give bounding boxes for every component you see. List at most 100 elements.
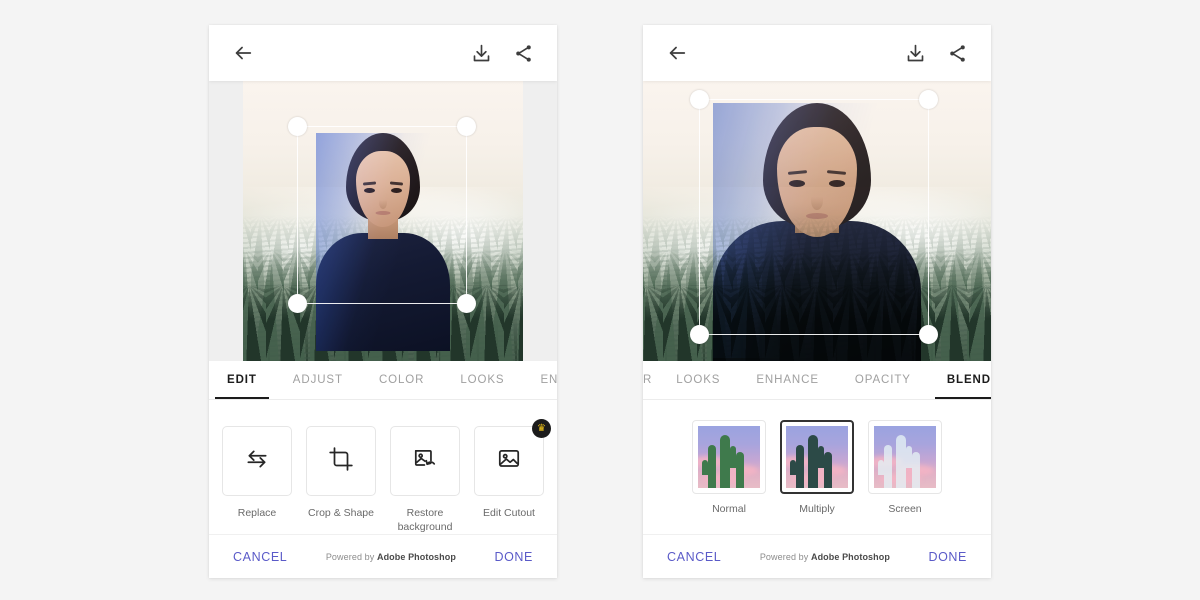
cactus-shape bbox=[720, 434, 736, 488]
blend-option-label: Multiply bbox=[799, 503, 835, 515]
blend-option-screen[interactable]: Screen bbox=[868, 420, 942, 534]
cactus-arm bbox=[905, 446, 912, 468]
tab-looks[interactable]: LOOKS bbox=[442, 361, 522, 399]
tab-bar-right[interactable]: R LOOKS ENHANCE OPACITY BLEND bbox=[643, 361, 991, 400]
cactus-shape bbox=[896, 434, 912, 488]
image-canvas-left[interactable] bbox=[209, 81, 557, 361]
frame-handle-bottom-right[interactable] bbox=[457, 294, 476, 313]
powered-by-label: Powered by Adobe Photoshop bbox=[326, 552, 456, 562]
cactus-shape bbox=[912, 452, 921, 488]
tab-label: R bbox=[643, 374, 653, 386]
cactus-shape bbox=[736, 452, 745, 488]
tab-label: LOOKS bbox=[676, 374, 721, 386]
powered-brand: Adobe Photoshop bbox=[376, 551, 456, 562]
frame-handle-bottom-left[interactable] bbox=[690, 325, 709, 344]
tool-restore-background-label: Restore background bbox=[397, 507, 453, 534]
tab-edit[interactable]: EDIT bbox=[209, 361, 275, 399]
cactus-shape bbox=[702, 444, 716, 488]
crown-icon: ♛ bbox=[532, 419, 551, 438]
frame-handle-top-right[interactable] bbox=[919, 90, 938, 109]
tool-replace-label: Replace bbox=[237, 507, 277, 519]
download-icon[interactable] bbox=[901, 39, 929, 67]
image-cutout-icon bbox=[496, 446, 522, 477]
blend-mode-list: Normal Multiply Screen bbox=[643, 400, 991, 534]
transform-frame[interactable] bbox=[288, 117, 476, 313]
cactus-arm bbox=[729, 446, 736, 468]
blend-thumbnail-button[interactable] bbox=[692, 420, 766, 494]
tool-grid: Replace Crop & Shape Restore background … bbox=[209, 400, 557, 535]
tool-restore-background[interactable]: Restore background bbox=[390, 426, 460, 534]
restore-image-icon bbox=[412, 446, 438, 477]
frame-handle-bottom-left[interactable] bbox=[288, 294, 307, 313]
blend-option-normal[interactable]: Normal bbox=[692, 420, 766, 534]
powered-by-label: Powered by Adobe Photoshop bbox=[760, 552, 890, 562]
editor-panel-right: R LOOKS ENHANCE OPACITY BLEND Normal Mul… bbox=[643, 25, 991, 578]
tab-opacity[interactable]: OPACITY bbox=[837, 361, 929, 399]
tab-label: ENHANCE bbox=[540, 374, 557, 386]
tab-enhance[interactable]: ENHANCE bbox=[522, 361, 557, 399]
tab-label: ENHANCE bbox=[756, 374, 819, 386]
blend-thumbnail-button[interactable] bbox=[868, 420, 942, 494]
tool-replace[interactable]: Replace bbox=[222, 426, 292, 534]
powered-brand: Adobe Photoshop bbox=[810, 551, 890, 562]
tool-replace-button[interactable] bbox=[222, 426, 292, 496]
powered-prefix: Powered by bbox=[325, 551, 377, 562]
tab-blend[interactable]: BLEND bbox=[929, 361, 991, 399]
tool-edit-cutout-button[interactable]: ♛ bbox=[474, 419, 551, 496]
frame-handle-top-right[interactable] bbox=[457, 117, 476, 136]
tool-crop-shape[interactable]: Crop & Shape bbox=[306, 426, 376, 534]
tab-enhance[interactable]: ENHANCE bbox=[738, 361, 837, 399]
tab-color-truncated[interactable]: R bbox=[643, 361, 658, 399]
cactus-arm bbox=[878, 460, 884, 475]
cactus-sunset-thumbnail bbox=[874, 426, 936, 488]
cactus-shape bbox=[808, 434, 824, 488]
crop-icon bbox=[328, 446, 354, 477]
canvas-image-area bbox=[243, 81, 523, 361]
frame-handle-top-left[interactable] bbox=[288, 117, 307, 136]
tool-crop-shape-button[interactable] bbox=[306, 426, 376, 496]
share-icon[interactable] bbox=[509, 39, 537, 67]
cactus-shape bbox=[878, 444, 892, 488]
transform-frame[interactable] bbox=[690, 90, 938, 344]
cactus-shape bbox=[790, 444, 804, 488]
cactus-shape bbox=[824, 452, 833, 488]
done-button[interactable]: DONE bbox=[494, 550, 533, 564]
tab-color[interactable]: COLOR bbox=[361, 361, 442, 399]
tab-adjust[interactable]: ADJUST bbox=[275, 361, 361, 399]
share-icon[interactable] bbox=[943, 39, 971, 67]
top-bar-right bbox=[643, 25, 991, 81]
done-button[interactable]: DONE bbox=[928, 550, 967, 564]
frame-handle-bottom-right[interactable] bbox=[919, 325, 938, 344]
cactus-arm bbox=[817, 446, 824, 468]
frame-handle-top-left[interactable] bbox=[690, 90, 709, 109]
tool-crop-shape-label: Crop & Shape bbox=[308, 507, 374, 519]
back-arrow-icon[interactable] bbox=[229, 39, 257, 67]
blend-option-label: Screen bbox=[888, 503, 922, 515]
cactus-arm bbox=[702, 460, 708, 475]
tab-label: LOOKS bbox=[460, 374, 505, 386]
tab-label: ADJUST bbox=[292, 374, 343, 386]
tab-label: BLEND bbox=[946, 374, 991, 386]
cancel-button[interactable]: CANCEL bbox=[233, 550, 287, 564]
cancel-button[interactable]: CANCEL bbox=[667, 550, 721, 564]
swap-arrows-icon bbox=[244, 446, 270, 477]
tab-label: OPACITY bbox=[854, 374, 911, 386]
tab-label: COLOR bbox=[378, 374, 425, 386]
tool-edit-cutout-label: Edit Cutout bbox=[483, 507, 535, 519]
canvas-image-area bbox=[643, 81, 991, 361]
tab-label: EDIT bbox=[227, 374, 257, 386]
blend-option-multiply[interactable]: Multiply bbox=[780, 420, 854, 534]
blend-thumbnail-button[interactable] bbox=[780, 420, 854, 494]
cactus-arm bbox=[790, 460, 796, 475]
top-bar-left bbox=[209, 25, 557, 81]
cactus-sunset-thumbnail bbox=[698, 426, 760, 488]
editor-panel-left: EDIT ADJUST COLOR LOOKS ENHANCE Replace bbox=[209, 25, 557, 578]
tab-looks[interactable]: LOOKS bbox=[658, 361, 738, 399]
powered-prefix: Powered by bbox=[759, 551, 811, 562]
back-arrow-icon[interactable] bbox=[663, 39, 691, 67]
download-icon[interactable] bbox=[467, 39, 495, 67]
image-canvas-right[interactable] bbox=[643, 81, 991, 361]
tab-bar-left[interactable]: EDIT ADJUST COLOR LOOKS ENHANCE bbox=[209, 361, 557, 400]
tool-restore-background-button[interactable] bbox=[390, 426, 460, 496]
tool-edit-cutout[interactable]: ♛ Edit Cutout bbox=[474, 419, 551, 534]
